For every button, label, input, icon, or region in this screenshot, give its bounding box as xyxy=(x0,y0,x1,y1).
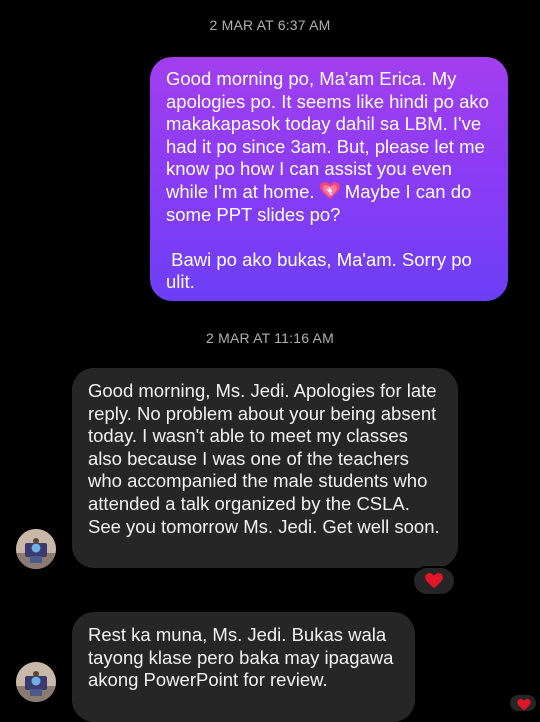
incoming-message-text-1: Good morning, Ms. Jedi. Apologies for la… xyxy=(88,380,442,537)
timestamp-1: 2 MAR AT 6:37 AM xyxy=(209,17,331,33)
avatar-image xyxy=(16,662,56,702)
sender-avatar-1[interactable] xyxy=(16,529,56,569)
message-reaction-partial[interactable] xyxy=(508,693,538,713)
sender-avatar-2[interactable] xyxy=(16,662,56,702)
incoming-message-bubble-1[interactable]: Good morning, Ms. Jedi. Apologies for la… xyxy=(72,368,458,568)
sparkling-heart-icon xyxy=(319,181,340,199)
avatar-image xyxy=(16,529,56,569)
incoming-message-text-2: Rest ka muna, Ms. Jedi. Bukas wala tayon… xyxy=(88,624,399,691)
outgoing-message-bubble[interactable]: Good morning po, Ma'am Erica. My apologi… xyxy=(150,57,508,301)
heart-icon xyxy=(517,699,531,711)
timestamp-2: 2 MAR AT 11:16 AM xyxy=(206,330,334,346)
heart-icon xyxy=(425,573,443,589)
message-reaction[interactable] xyxy=(412,566,456,596)
